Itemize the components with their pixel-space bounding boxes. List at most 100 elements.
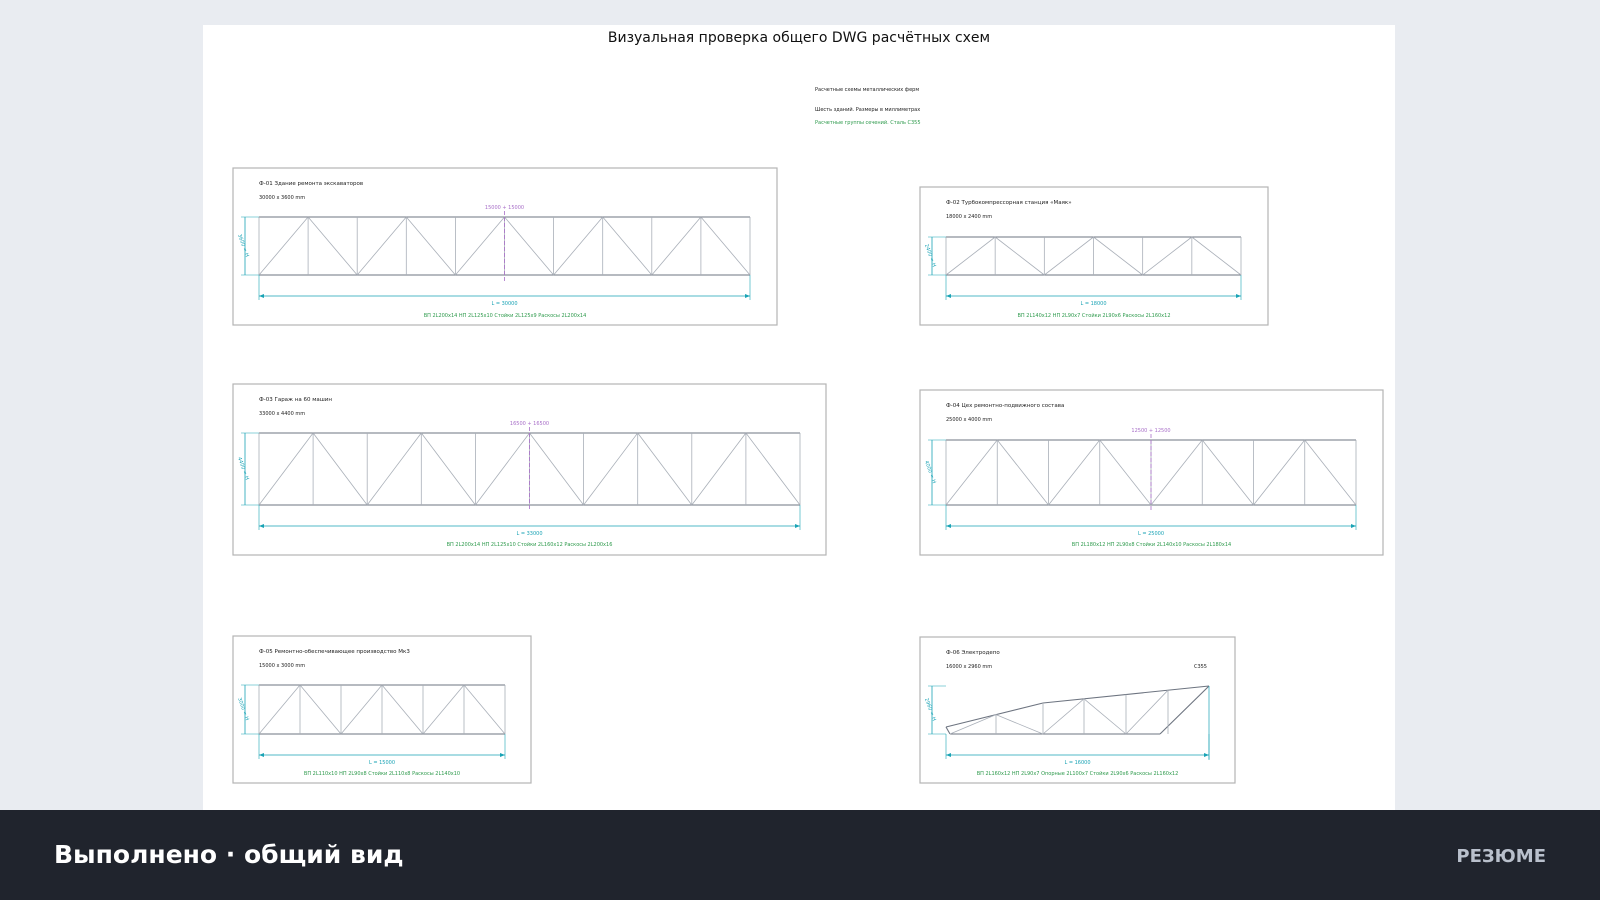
- diagonal-member: [366, 432, 422, 506]
- diagonal-member: [356, 216, 407, 276]
- dimension-arrow: [946, 524, 951, 528]
- diagonal-member: [422, 684, 465, 735]
- dimension-arrow: [1204, 753, 1209, 757]
- steel-grade: С355: [1194, 664, 1207, 670]
- sections-caption: ВП 2L200x14 НП 2L125x10 Стойки 2L160x12 …: [447, 541, 613, 548]
- truss-size: 18000 x 2400 mm: [946, 214, 992, 220]
- dimension-arrow: [946, 294, 951, 298]
- diagonal-member: [700, 216, 751, 276]
- diagonal-member: [299, 684, 342, 735]
- truss-title: Ф-05 Ремонтно-обеспечивающее производств…: [259, 649, 410, 655]
- truss-title: Ф-01 Здание ремонта экскаваторов: [259, 181, 363, 187]
- sections-caption: ВП 2L180x12 НП 2L90x8 Стойки 2L140x10 Ра…: [1072, 541, 1231, 548]
- height-label: 2400 = H: [923, 243, 937, 268]
- diagonal-member: [1044, 236, 1094, 276]
- diagonal-member: [340, 684, 383, 735]
- diagonal-member: [996, 439, 1049, 506]
- truss-size: 33000 x 4400 mm: [259, 411, 305, 417]
- span-label: L = 33000: [516, 531, 542, 537]
- height-label: 4400 = H: [236, 456, 250, 481]
- diagonal-member: [637, 432, 693, 506]
- diagonal-member: [1093, 236, 1143, 276]
- height-label: 3600 = H: [236, 233, 250, 258]
- diagonal-member: [994, 236, 1045, 276]
- sheet-header-steel: Расчетные группы сечений. Сталь С355: [815, 119, 921, 126]
- dimension-arrow: [259, 753, 264, 757]
- height-label: 2960 = H: [923, 697, 937, 722]
- sheet-header: Расчетные схемы металлических ферм Шесть…: [815, 87, 921, 126]
- half-span-label: 16500 + 16500: [510, 421, 549, 427]
- sheet-header-subtitle: Шесть зданий. Размеры в миллиметрах: [815, 106, 920, 113]
- dimension-arrow: [259, 294, 264, 298]
- diagonal-member: [1048, 439, 1101, 506]
- diagonal-member: [258, 216, 309, 276]
- diagonal-member: [405, 216, 456, 276]
- dimension-arrow: [259, 524, 264, 528]
- diagonal-member: [258, 684, 301, 735]
- span-label: L = 15000: [369, 760, 395, 766]
- dimension-arrow: [946, 753, 951, 757]
- truss-title: Ф-02 Турбокомпрессорная станция «Маяк»: [946, 200, 1072, 206]
- truss-size: 30000 x 3600 mm: [259, 195, 305, 201]
- dimension-arrow: [1236, 294, 1241, 298]
- resume-button[interactable]: РЕЗЮМЕ: [1456, 846, 1546, 867]
- diagonal-member: [995, 714, 1044, 735]
- sections-caption: ВП 2L140x12 НП 2L90x7 Стойки 2L90x6 Раск…: [1017, 312, 1170, 319]
- diagonal-member: [504, 216, 554, 276]
- diagonal-member: [307, 216, 358, 276]
- truss-6: Ф-06 Электродепо 16000 x 2960 mm С355 2960 …: [919, 636, 1236, 784]
- status-title: Выполнено · общий вид: [54, 840, 404, 869]
- diagonal-member: [945, 236, 996, 276]
- diagonal-member: [1150, 439, 1203, 506]
- diagonal-member: [745, 432, 801, 506]
- dimension-arrow: [745, 294, 750, 298]
- sections-caption: ВП 2L160x12 НП 2L90x7 Опорные 2L100x7 Ст…: [977, 770, 1179, 777]
- truss-4: Ф-04 Цех ремонтно-подвижного состава 2500…: [919, 389, 1384, 556]
- diagonal-member: [312, 432, 368, 506]
- diagonal-member: [463, 684, 506, 735]
- diagonal-member: [602, 216, 653, 276]
- diagonal-member: [1253, 439, 1306, 506]
- diagonal-member: [455, 216, 505, 276]
- truss-title: Ф-04 Цех ремонтно-подвижного состава: [946, 403, 1064, 409]
- truss-drawing-canvas[interactable]: Расчетные схемы металлических ферм Шесть…: [0, 0, 1600, 900]
- span-label: L = 16000: [1064, 760, 1090, 766]
- diagonal-member: [945, 439, 998, 506]
- height-label: 4000 = H: [923, 460, 937, 485]
- truss-size: 25000 x 4000 mm: [946, 417, 992, 423]
- sheet-header-title: Расчетные схемы металлических ферм: [815, 87, 919, 93]
- diagonal-member: [381, 684, 424, 735]
- diagonal-member: [583, 432, 639, 506]
- sections-caption: ВП 2L200x14 НП 2L125x10 Стойки 2L125x9 Р…: [424, 312, 587, 319]
- status-bar: Выполнено · общий вид РЕЗЮМЕ: [0, 810, 1600, 900]
- diagonal-member: [475, 432, 530, 506]
- dimension-arrow: [795, 524, 800, 528]
- sections-caption: ВП 2L110x10 НП 2L90x8 Стойки 2L110x8 Рас…: [304, 770, 460, 777]
- half-span-label: 15000 + 15000: [485, 205, 524, 211]
- truss-title: Ф-06 Электродепо: [946, 650, 1000, 656]
- truss-5: Ф-05 Ремонтно-обеспечивающее производств…: [232, 635, 532, 784]
- diagonal-member: [420, 432, 476, 506]
- diagonal-member: [1304, 439, 1357, 506]
- truss-2: Ф-02 Турбокомпрессорная станция «Маяк» 18…: [919, 186, 1269, 326]
- diagonal-member: [1042, 698, 1085, 735]
- half-span-label: 12500 + 12500: [1131, 428, 1170, 434]
- truss-size: 16000 x 2960 mm: [946, 664, 992, 670]
- dimension-arrow: [500, 753, 505, 757]
- diagonal-member: [1099, 439, 1152, 506]
- diagonal-member: [1201, 439, 1254, 506]
- diagonal-member: [529, 432, 584, 506]
- truss-1: Ф-01 Здание ремонта экскаваторов 30000 x …: [232, 167, 778, 326]
- height-label: 3000 = H: [236, 697, 250, 722]
- trusses-layer: Ф-01 Здание ремонта экскаваторов 30000 x …: [232, 167, 1384, 784]
- diagonal-member: [1191, 236, 1242, 276]
- truss-size: 15000 x 3000 mm: [259, 663, 305, 669]
- dimension-arrow: [1351, 524, 1356, 528]
- truss-title: Ф-03 Гараж на 60 машин: [259, 397, 332, 403]
- inclined-end-chord: [1159, 685, 1210, 735]
- diagonal-member: [1142, 236, 1193, 276]
- span-label: L = 30000: [491, 301, 517, 307]
- diagonal-member: [651, 216, 702, 276]
- diagonal-member: [691, 432, 747, 506]
- span-label: L = 25000: [1138, 531, 1164, 537]
